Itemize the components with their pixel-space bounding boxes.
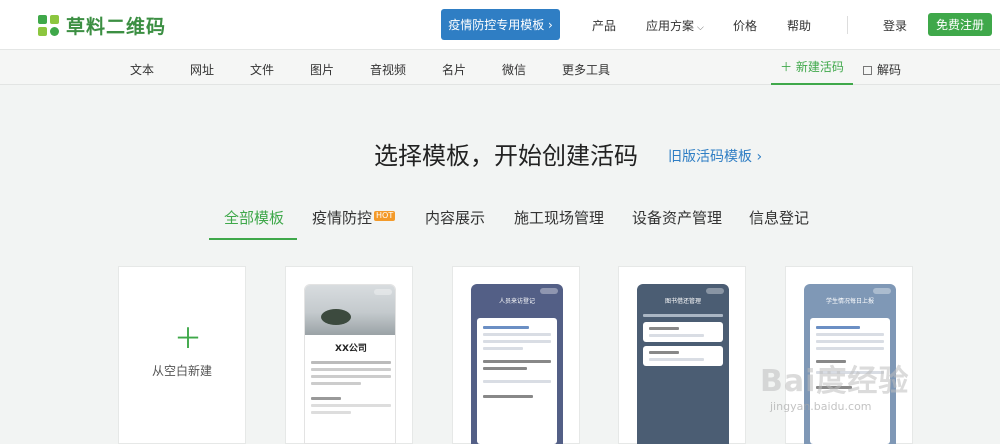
list-item xyxy=(643,346,723,366)
login-link[interactable]: 登录 xyxy=(883,17,907,34)
baidu-watermark: Bai度经验 xyxy=(760,364,910,399)
menu-pill-icon xyxy=(706,288,724,294)
register-button[interactable]: 免费注册 xyxy=(928,13,992,36)
template-card-blank[interactable]: ＋ 从空白新建 xyxy=(118,266,246,444)
template-card-library[interactable]: 图书借还管理 xyxy=(618,266,746,444)
tool-image[interactable]: 图片 xyxy=(310,61,334,78)
active-tab-indicator xyxy=(209,238,297,240)
tab-content[interactable]: 内容展示 xyxy=(425,207,485,228)
nav-solutions-label: 应用方案 xyxy=(646,19,695,33)
tab-epidemic-label: 疫情防控 xyxy=(312,209,373,227)
list-item xyxy=(643,322,723,342)
student-title: 学生情况每日上报 xyxy=(825,298,874,305)
library-title: 图书借还管理 xyxy=(664,298,701,305)
nav-pricing[interactable]: 价格 xyxy=(733,17,757,34)
logo-text: 草料二维码 xyxy=(66,16,167,38)
office-photo xyxy=(305,285,395,335)
nav-help[interactable]: 帮助 xyxy=(787,17,811,34)
tool-url[interactable]: 网址 xyxy=(190,61,214,78)
blank-template-label: 从空白新建 xyxy=(151,364,212,378)
tab-all[interactable]: 全部模板 xyxy=(224,207,284,228)
new-live-code-tab[interactable]: ＋ 新建活码 xyxy=(771,50,853,85)
baidu-watermark-url: jingyan.baidu.com xyxy=(770,400,872,413)
decode-label: 解码 xyxy=(877,63,902,77)
logo-icon xyxy=(38,14,60,37)
nav-product[interactable]: 产品 xyxy=(592,17,616,34)
tool-wechat[interactable]: 微信 xyxy=(502,61,526,78)
header-divider xyxy=(847,16,848,34)
decode-link[interactable]: 解码 xyxy=(863,61,901,78)
template-card-student[interactable]: 学生情况每日上报 xyxy=(785,266,913,444)
tab-construction[interactable]: 施工现场管理 xyxy=(514,207,604,228)
company-title: XX公司 xyxy=(335,344,367,354)
epidemic-template-button[interactable]: 疫情防控专用模板 › xyxy=(441,9,560,40)
menu-pill-icon xyxy=(540,288,558,294)
hot-badge: HOT xyxy=(374,211,396,221)
template-card-visitor[interactable]: 人员来访登记 xyxy=(452,266,580,444)
scan-icon xyxy=(863,66,872,75)
nav-solutions[interactable]: 应用方案 ⌵ xyxy=(646,17,704,34)
template-preview: XX公司 xyxy=(304,284,396,444)
old-templates-link[interactable]: 旧版活码模板 › xyxy=(668,146,762,166)
tool-nav: 文本 网址 文件 图片 音视频 名片 微信 更多工具 ＋ 新建活码 解码 xyxy=(0,50,1000,85)
page-title: 选择模板，开始创建活码 xyxy=(374,142,638,170)
menu-pill-icon xyxy=(873,288,891,294)
tab-registration[interactable]: 信息登记 xyxy=(749,207,809,228)
top-header: 草料二维码 疫情防控专用模板 › 产品 应用方案 ⌵ 价格 帮助 登录 免费注册 xyxy=(0,0,1000,50)
tool-file[interactable]: 文件 xyxy=(250,61,274,78)
preview-body xyxy=(305,357,395,418)
visitor-title: 人员来访登记 xyxy=(498,298,535,305)
form-card xyxy=(477,318,557,444)
tab-epidemic[interactable]: 疫情防控 HOT xyxy=(312,207,396,228)
tool-card[interactable]: 名片 xyxy=(442,61,466,78)
tool-media[interactable]: 音视频 xyxy=(370,61,406,78)
chevron-down-icon: ⌵ xyxy=(697,23,704,33)
template-preview: 图书借还管理 xyxy=(637,284,729,444)
plus-icon: ＋ xyxy=(174,322,203,355)
tab-assets[interactable]: 设备资产管理 xyxy=(632,207,722,228)
logo[interactable]: 草料二维码 xyxy=(38,12,166,39)
template-card-company[interactable]: XX公司 xyxy=(285,266,413,444)
template-preview: 人员来访登记 xyxy=(471,284,563,444)
tool-more[interactable]: 更多工具 xyxy=(562,61,610,78)
tool-text[interactable]: 文本 xyxy=(130,61,154,78)
